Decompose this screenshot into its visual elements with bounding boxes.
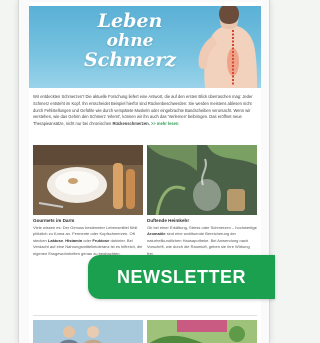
card-title-gourmet[interactable]: Gourmets im Darm: [33, 218, 74, 223]
card-text-gourmet-bold-1: Laktose: [47, 237, 64, 243]
people-illustration: [33, 320, 143, 343]
newsletter-button[interactable]: NEWSLETTER: [88, 255, 275, 299]
hero-title-line-3: Schmerz: [83, 49, 177, 71]
card-text-gourmet-sep-2: oder: [82, 237, 93, 243]
card-text-gourmet: Viele wissen es: Der Genuss bestimmter L…: [33, 225, 143, 257]
intro-paragraph: Wir entdeckten Schmerzen? Die aktuelle F…: [33, 94, 257, 128]
read-more-link[interactable]: >> mehr lesen: [151, 121, 179, 126]
intro-bold-end: Rückenschmerzen.: [112, 121, 150, 127]
card-image-aroma[interactable]: [147, 145, 257, 215]
hero-title-line-2: ohne: [106, 31, 154, 51]
card-text-gourmet-bold-2: Histamin: [65, 237, 83, 243]
bottom-image-garden[interactable]: [147, 320, 257, 343]
hero-title: Leben ohne Schmerz: [75, 12, 185, 70]
card-text-aroma-intro: Ob bei einer Erkältung, Stress oder Schm…: [147, 225, 257, 230]
back-pain-person-image: [198, 6, 257, 88]
hero-title-line-1: Leben: [97, 10, 163, 32]
garden-illustration: [147, 320, 257, 343]
bottom-image-people[interactable]: [33, 320, 143, 343]
card-image-gourmet[interactable]: [33, 145, 143, 215]
card-text-aroma-bold-1: Aromaöle: [147, 231, 166, 237]
card-title-aroma[interactable]: Duftende Heimkehr: [147, 218, 189, 223]
section-divider: [33, 315, 257, 316]
aroma-diffuser-illustration: [147, 145, 257, 215]
card-text-aroma: Ob bei einer Erkältung, Stress oder Schm…: [147, 225, 257, 257]
food-bowl-illustration: [33, 145, 143, 215]
hero-banner: Leben ohne Schmerz: [29, 6, 261, 88]
card-text-gourmet-bold-3: Fruktose: [92, 237, 110, 243]
